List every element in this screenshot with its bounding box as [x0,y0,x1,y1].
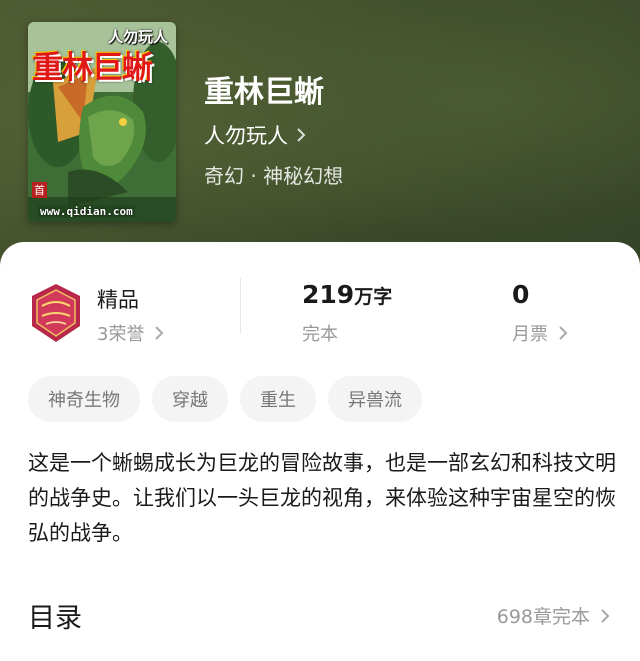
chevron-right-icon [297,128,306,142]
monthly-tickets-count: 0 [512,280,530,309]
cover-url-text: www.qidian.com [38,205,135,218]
word-count: 219万字 [302,280,392,309]
stats-row: 精品 3荣誉 219万字 完本 0 月票 [0,274,640,354]
divider [240,278,241,334]
toc-link[interactable]: 698章完本 [497,602,610,629]
cover-badge: 首 [32,182,47,198]
book-genre: 奇幻 · 神秘幻想 [204,164,344,188]
toc-chapter-info: 698章完本 [496,606,590,628]
honor-title: 精品 [97,288,139,312]
tag-chip[interactable]: 重生 [240,376,316,422]
book-description[interactable]: 这是一个蜥蜴成长为巨龙的冒险故事，也是一部玄幻和科技文明的战争史。让我们以一头巨… [28,446,618,551]
honor-badge-icon[interactable] [28,282,84,344]
word-count-unit: 万字 [354,286,393,308]
tag-chip[interactable]: 异兽流 [328,376,422,422]
monthly-tickets-label: 月票 [512,324,548,345]
toc-title[interactable]: 目录 [28,596,82,635]
chevron-right-icon [155,326,164,340]
tag-list: 神奇生物 穿越 重生 异兽流 [28,376,422,422]
book-title: 重林巨蜥 [204,75,324,110]
tag-chip[interactable]: 神奇生物 [28,376,140,422]
book-status: 完本 [302,324,338,345]
honor-link[interactable]: 3荣誉 [97,320,164,346]
word-count-number: 219 [302,280,355,309]
book-cover[interactable]: 人勿玩人 重林巨蜥 首 www.qidian.com [28,22,176,222]
book-info-card: 精品 3荣誉 219万字 完本 0 月票 神奇生物 穿越 重生 异兽流 这是一个… [0,242,640,661]
chevron-right-icon [601,608,610,623]
monthly-tickets-link[interactable]: 月票 [512,320,568,346]
tag-chip[interactable]: 穿越 [152,376,228,422]
author-link[interactable]: 人勿玩人 [204,120,306,150]
chevron-right-icon [559,326,568,340]
cover-title-text: 重林巨蜥 [32,50,153,86]
honor-count: 3荣誉 [97,324,145,345]
author-name: 人勿玩人 [204,124,288,148]
